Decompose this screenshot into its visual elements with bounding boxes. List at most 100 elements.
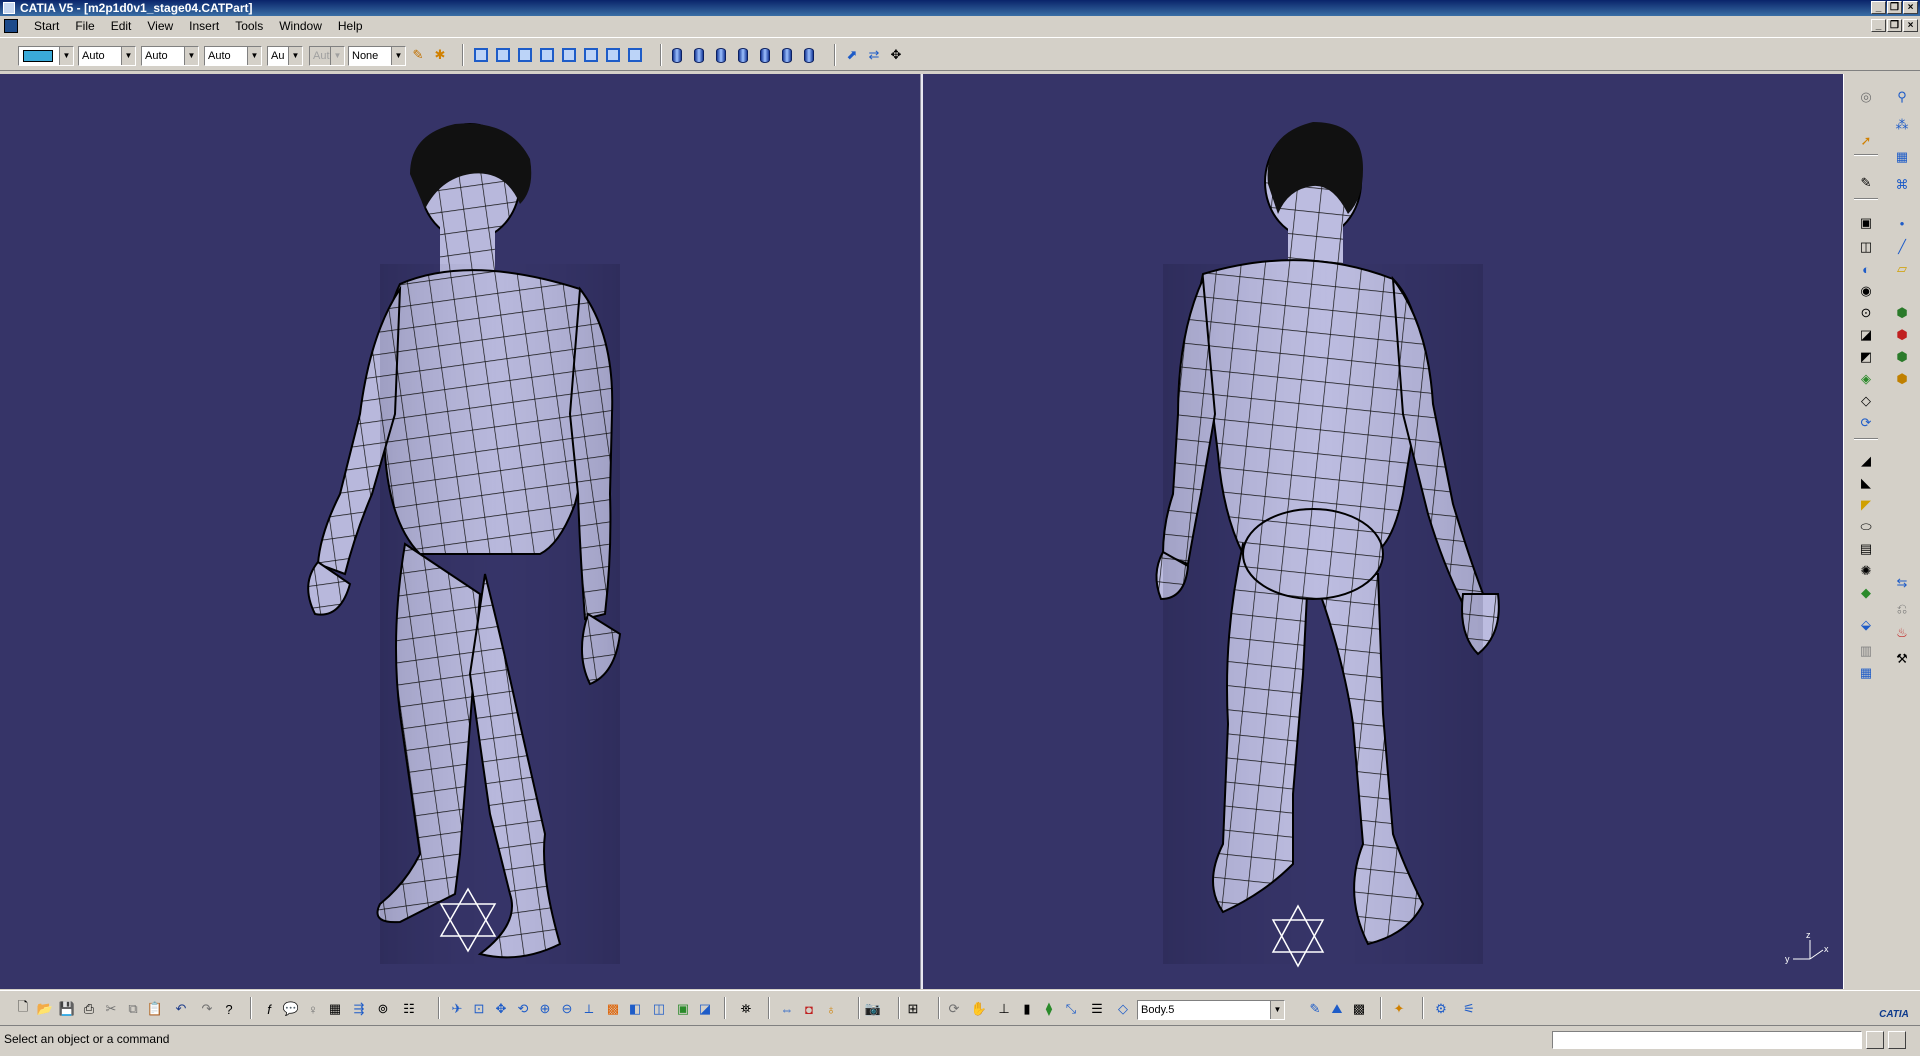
axis-system-icon[interactable]: ⇔	[778, 1000, 796, 1018]
check-icon[interactable]: ☷	[400, 1000, 418, 1018]
menu-insert[interactable]: Insert	[181, 16, 227, 36]
loft-icon[interactable]: ◈	[1856, 370, 1876, 388]
top-view-icon[interactable]	[582, 46, 600, 64]
menu-window[interactable]: Window	[271, 16, 330, 36]
knowledge-icon[interactable]: ♀	[304, 1000, 322, 1018]
cloud-points-icon[interactable]: ⁂	[1892, 116, 1912, 134]
rib-sweep-icon[interactable]: ⟳	[1856, 414, 1876, 432]
join-icon[interactable]: ⬢	[1892, 304, 1912, 322]
environment-icon[interactable]: ⛰	[1328, 1000, 1346, 1018]
snap-icon[interactable]: ⧫	[1040, 1000, 1058, 1018]
doc-restore-button[interactable]: ❐	[1887, 19, 1902, 32]
groove-icon[interactable]: ◉	[1856, 282, 1876, 300]
chevron-down-icon[interactable]: ▼	[288, 47, 302, 65]
sketch-tracer-icon[interactable]: ◎	[1856, 88, 1876, 106]
turn-head-icon[interactable]: ✥	[887, 46, 905, 64]
analysis-icon[interactable]: ⚒	[1892, 650, 1912, 668]
shading-hidden-edges-icon[interactable]	[712, 46, 730, 64]
law-icon[interactable]: ⇶	[350, 1000, 368, 1018]
menu-view[interactable]: View	[139, 16, 181, 36]
ruler-icon[interactable]: ▮	[1018, 1000, 1036, 1018]
spec-tree-icon[interactable]: ⊞	[904, 1000, 922, 1018]
chevron-down-icon[interactable]: ▼	[184, 47, 198, 65]
command-input[interactable]	[1552, 1031, 1862, 1049]
chevron-down-icon[interactable]: ▼	[247, 47, 261, 65]
grid-icon[interactable]: ▦	[1892, 148, 1912, 166]
cut-icon[interactable]: ✂	[102, 1000, 120, 1018]
update-icon[interactable]: ⛯	[737, 1000, 755, 1018]
slot-icon[interactable]: ◩	[1856, 348, 1876, 366]
scan-tool-icon[interactable]: ⚲	[1892, 88, 1912, 106]
pan-icon[interactable]: ✥	[492, 1000, 510, 1018]
view-params-icon[interactable]	[800, 46, 818, 64]
extrude-surface-icon[interactable]: ⬢	[1892, 348, 1912, 366]
camera-icon[interactable]: 📷	[864, 1000, 882, 1018]
menu-file[interactable]: File	[67, 16, 102, 36]
document-icon[interactable]	[4, 19, 18, 33]
create-multi-view-icon[interactable]: ▩	[604, 1000, 622, 1018]
print-icon[interactable]: ⎙	[80, 1000, 98, 1018]
wireframe-icon[interactable]	[756, 46, 774, 64]
thread-icon[interactable]: ✺	[1856, 562, 1876, 580]
apply-material-icon[interactable]: ♨	[1892, 624, 1912, 642]
apply-material-bottom-icon[interactable]: ✦	[1390, 1000, 1408, 1018]
undo-icon[interactable]: ↶	[172, 1000, 190, 1018]
measure-icon[interactable]: ⎌	[1892, 600, 1912, 618]
front-view-icon[interactable]	[494, 46, 512, 64]
scale-icon[interactable]: ▥	[1856, 642, 1876, 660]
iso-view-icon[interactable]	[472, 46, 490, 64]
zoom-in-icon[interactable]: ⊕	[536, 1000, 554, 1018]
shaft-icon[interactable]: ◐	[1856, 260, 1876, 278]
rotate-icon[interactable]: ⟲	[514, 1000, 532, 1018]
command-list-button[interactable]	[1866, 1031, 1884, 1049]
painter-icon[interactable]: ✎	[409, 46, 427, 64]
shell-icon[interactable]: ⬭	[1856, 518, 1876, 536]
fly-mode-icon[interactable]: ⬈	[843, 46, 861, 64]
boolean-icon[interactable]: ◘	[800, 1000, 818, 1018]
line-icon[interactable]: ╱	[1892, 238, 1912, 256]
hole-icon[interactable]: ⊙	[1856, 304, 1876, 322]
iso-view-bottom-icon[interactable]: ◧	[626, 1000, 644, 1018]
shading-icon[interactable]	[668, 46, 686, 64]
viewport-right[interactable]: z y x	[923, 74, 1843, 989]
constraint-icon[interactable]: ⇆	[1892, 574, 1912, 592]
menu-edit[interactable]: Edit	[103, 16, 140, 36]
right-view-icon[interactable]	[560, 46, 578, 64]
multi-view-icon[interactable]: ⌘	[1892, 176, 1912, 194]
formula-icon[interactable]: f	[260, 1000, 278, 1018]
body-icon[interactable]: ◇	[1114, 1000, 1132, 1018]
normal-view-icon[interactable]: ⟂	[580, 1000, 598, 1018]
save-icon[interactable]: 💾	[58, 1000, 76, 1018]
line-thickness-selector[interactable]: Auto ▼	[141, 46, 199, 66]
fit-all-icon[interactable]: ⊡	[470, 1000, 488, 1018]
whats-this-icon[interactable]: ?	[220, 1000, 238, 1018]
rib-icon[interactable]: ◪	[1856, 326, 1876, 344]
paste-icon[interactable]: 📋	[146, 1000, 164, 1018]
offset-surface-icon[interactable]: ⬢	[1892, 370, 1912, 388]
design-table-icon[interactable]: ▦	[326, 1000, 344, 1018]
catia-app-icon[interactable]	[3, 2, 15, 14]
shading-material-icon[interactable]	[734, 46, 752, 64]
render-icon[interactable]: ✎	[1306, 1000, 1324, 1018]
view-mode-icon[interactable]: ◫	[650, 1000, 668, 1018]
translate-icon[interactable]: ⬙	[1856, 616, 1876, 634]
layer-selector[interactable]: None ▼	[348, 46, 406, 66]
select-icon[interactable]: ➚	[1856, 132, 1876, 150]
remove-face-icon[interactable]: ◆	[1856, 584, 1876, 602]
menu-help[interactable]: Help	[330, 16, 371, 36]
chevron-down-icon[interactable]: ▼	[121, 47, 135, 65]
tools-palette-icon[interactable]: ⚙	[1432, 1000, 1450, 1018]
pattern-icon[interactable]: ▦	[1856, 664, 1876, 682]
reaction-icon[interactable]: ⊚	[374, 1000, 392, 1018]
fill-surface-icon[interactable]: ⬢	[1892, 326, 1912, 344]
redo-icon[interactable]: ↷	[198, 1000, 216, 1018]
multi-section-icon[interactable]: ◇	[1856, 392, 1876, 410]
sketcher-icon[interactable]: ✎	[1856, 174, 1876, 192]
open-folder-icon[interactable]: 📂	[36, 1000, 54, 1018]
comment-icon[interactable]: 💬	[282, 1000, 300, 1018]
grab-hand-icon[interactable]: ✋	[970, 1000, 988, 1018]
human-mesh-front[interactable]	[0, 74, 920, 989]
menu-tools[interactable]: Tools	[227, 16, 271, 36]
chevron-down-icon[interactable]: ▼	[59, 47, 73, 65]
pad-icon[interactable]: ▣	[1856, 214, 1876, 232]
